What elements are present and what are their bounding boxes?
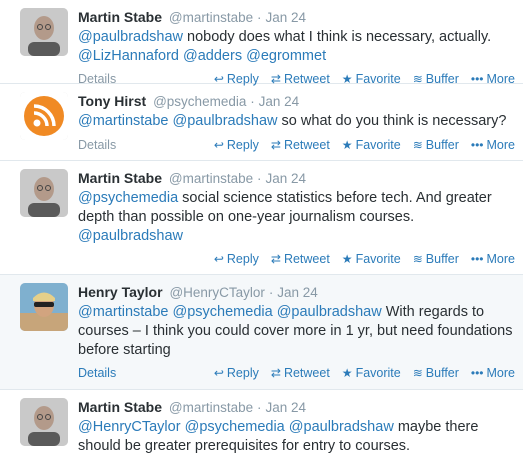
separator-dot: · (268, 285, 274, 300)
separator-dot: · (257, 400, 262, 415)
tweet-timestamp[interactable]: Jan 24 (265, 400, 306, 415)
avatar-martin-stabe[interactable] (20, 169, 68, 217)
star-icon: ★ (341, 138, 353, 152)
tweet-text: @HenryCTaylor @psychemedia @paulbradshaw… (78, 418, 515, 456)
mention-link[interactable]: @psychemedia (185, 419, 285, 435)
favorite-button[interactable]: ★ Favorite (342, 252, 401, 266)
tweet-actions: ↩ Reply ⇄ Retweet ★ Favorite ≋ Buffer ••• Mor… (202, 138, 515, 152)
reply-button[interactable]: ↩ Reply (214, 252, 259, 266)
author-name[interactable]: Martin Stabe (78, 399, 162, 415)
mention-link[interactable]: @psychemedia (173, 304, 273, 320)
tweet-item[interactable]: Henry Taylor @HenryCTaylor · Jan 24 @mar… (0, 275, 523, 390)
tweet-header: Martin Stabe @martinstabe · Jan 24 (78, 398, 515, 417)
mention-link[interactable]: @paulbradshaw (277, 304, 382, 320)
reply-icon: ↩ (213, 252, 224, 266)
tweet-text: @martinstabe @paulbradshaw so what do yo… (78, 112, 515, 131)
mention-link[interactable]: @paulbradshaw (78, 228, 183, 244)
author-handle[interactable]: @psychemedia (153, 94, 246, 109)
tweet-footer: Details ↩Reply ⇄Retweet ★Favorite ≋Buffe… (78, 136, 515, 154)
more-dots-icon: ••• (470, 138, 484, 152)
buffer-icon: ≋ (412, 138, 423, 152)
retweet-button[interactable]: ⇄ Retweet (271, 252, 330, 266)
retweet-icon: ⇄ (270, 252, 281, 266)
tweet-timeline: Martin Stabe @martinstabe · Jan 24 @paul… (0, 0, 523, 470)
more-button[interactable]: ••• More (471, 366, 515, 380)
buffer-icon: ≋ (412, 252, 423, 266)
tweet-timestamp[interactable]: Jan 24 (265, 171, 306, 186)
mention-link[interactable]: @paulbradshaw (173, 113, 278, 129)
tweet-timestamp[interactable]: Jan 24 (265, 10, 306, 25)
mention-link[interactable]: @egrommet (246, 48, 326, 64)
retweet-button[interactable]: ⇄ Retweet (271, 138, 330, 152)
details-link[interactable]: Details (78, 138, 116, 152)
tweet-text-segment: so what do you think is necessary? (277, 113, 507, 129)
buffer-button[interactable]: ≋ Buffer (413, 138, 459, 152)
tweet-text: @martinstabe @psychemedia @paulbradshaw … (78, 303, 515, 360)
mention-link[interactable]: @martinstabe (78, 304, 168, 320)
separator-dot: · (257, 171, 262, 186)
favorite-button[interactable]: ★ Favorite (342, 366, 401, 380)
mention-link[interactable]: @paulbradshaw (289, 419, 394, 435)
more-dots-icon: ••• (470, 366, 484, 380)
tweet-footer: Details ↩Reply ⇄Retweet ★Favorite ≋Buffe… (78, 364, 515, 382)
tweet-header: Henry Taylor @HenryCTaylor · Jan 24 (78, 283, 515, 302)
star-icon: ★ (341, 252, 353, 266)
mention-link[interactable]: @LizHannaford (78, 48, 179, 64)
tweet-item[interactable]: Martin Stabe @martinstabe · Jan 24 @paul… (0, 0, 523, 86)
tweet-text: @paulbradshaw nobody does what I think i… (78, 28, 515, 66)
tweet-timestamp[interactable]: Jan 24 (259, 94, 300, 109)
more-dots-icon: ••• (470, 252, 484, 266)
details-link[interactable]: Details (78, 366, 116, 380)
author-handle[interactable]: @martinstabe (169, 10, 253, 25)
buffer-icon: ≋ (412, 366, 423, 380)
more-button[interactable]: ••• More (471, 252, 515, 266)
reply-icon: ↩ (213, 138, 224, 152)
more-button[interactable]: ••• More (471, 138, 515, 152)
author-name[interactable]: Tony Hirst (78, 93, 146, 109)
author-handle[interactable]: @HenryCTaylor (169, 285, 264, 300)
star-icon: ★ (341, 366, 353, 380)
avatar-henry-taylor[interactable] (20, 283, 68, 331)
tweet-item[interactable]: Martin Stabe @martinstabe · Jan 24 @Henr… (0, 390, 523, 470)
tweet-item[interactable]: Tony Hirst @psychemedia · Jan 24 @martin… (0, 84, 523, 161)
tweet-text-segment: nobody does what I think is necessary, a… (183, 29, 492, 45)
tweet-item[interactable]: Martin Stabe @martinstabe · Jan 24 @psyc… (0, 161, 523, 275)
avatar-martin-stabe[interactable] (20, 398, 68, 446)
mention-link[interactable]: @adders (183, 48, 242, 64)
author-name[interactable]: Martin Stabe (78, 170, 162, 186)
tweet-actions: ↩ Reply ⇄ Retweet ★ Favorite ≋ Buffer ••• Mor… (202, 366, 515, 380)
tweet-actions: ↩ Reply ⇄ Retweet ★ Favorite ≋ Buffer ••• Mor… (202, 252, 515, 266)
avatar-tony-hirst[interactable] (20, 92, 68, 140)
reply-icon: ↩ (213, 366, 224, 380)
retweet-button[interactable]: ⇄ Retweet (271, 366, 330, 380)
author-name[interactable]: Henry Taylor (78, 284, 163, 300)
separator-dot: · (250, 94, 255, 109)
mention-link[interactable]: @martinstabe (78, 113, 168, 129)
reply-button[interactable]: ↩ Reply (214, 138, 259, 152)
favorite-button[interactable]: ★ Favorite (342, 138, 401, 152)
mention-link[interactable]: @paulbradshaw (78, 29, 183, 45)
tweet-header: Martin Stabe @martinstabe · Jan 24 (78, 8, 515, 27)
author-handle[interactable]: @martinstabe (169, 400, 253, 415)
retweet-icon: ⇄ (270, 366, 281, 380)
tweet-text: @psychemedia social science statistics b… (78, 189, 515, 246)
tweet-header: Tony Hirst @psychemedia · Jan 24 (78, 92, 515, 111)
mention-link[interactable]: @HenryCTaylor (78, 419, 181, 435)
author-handle[interactable]: @martinstabe (169, 171, 253, 186)
buffer-button[interactable]: ≋ Buffer (413, 252, 459, 266)
author-name[interactable]: Martin Stabe (78, 9, 162, 25)
buffer-button[interactable]: ≋ Buffer (413, 366, 459, 380)
avatar-martin-stabe[interactable] (20, 8, 68, 56)
tweet-timestamp[interactable]: Jan 24 (277, 285, 318, 300)
reply-button[interactable]: ↩ Reply (214, 366, 259, 380)
tweet-footer: Details ↩Reply ⇄Retweet ★Favorite ≋Buffe… (78, 250, 515, 268)
mention-link[interactable]: @psychemedia (78, 190, 178, 206)
separator-dot: · (257, 10, 262, 25)
tweet-header: Martin Stabe @martinstabe · Jan 24 (78, 169, 515, 188)
retweet-icon: ⇄ (270, 138, 281, 152)
